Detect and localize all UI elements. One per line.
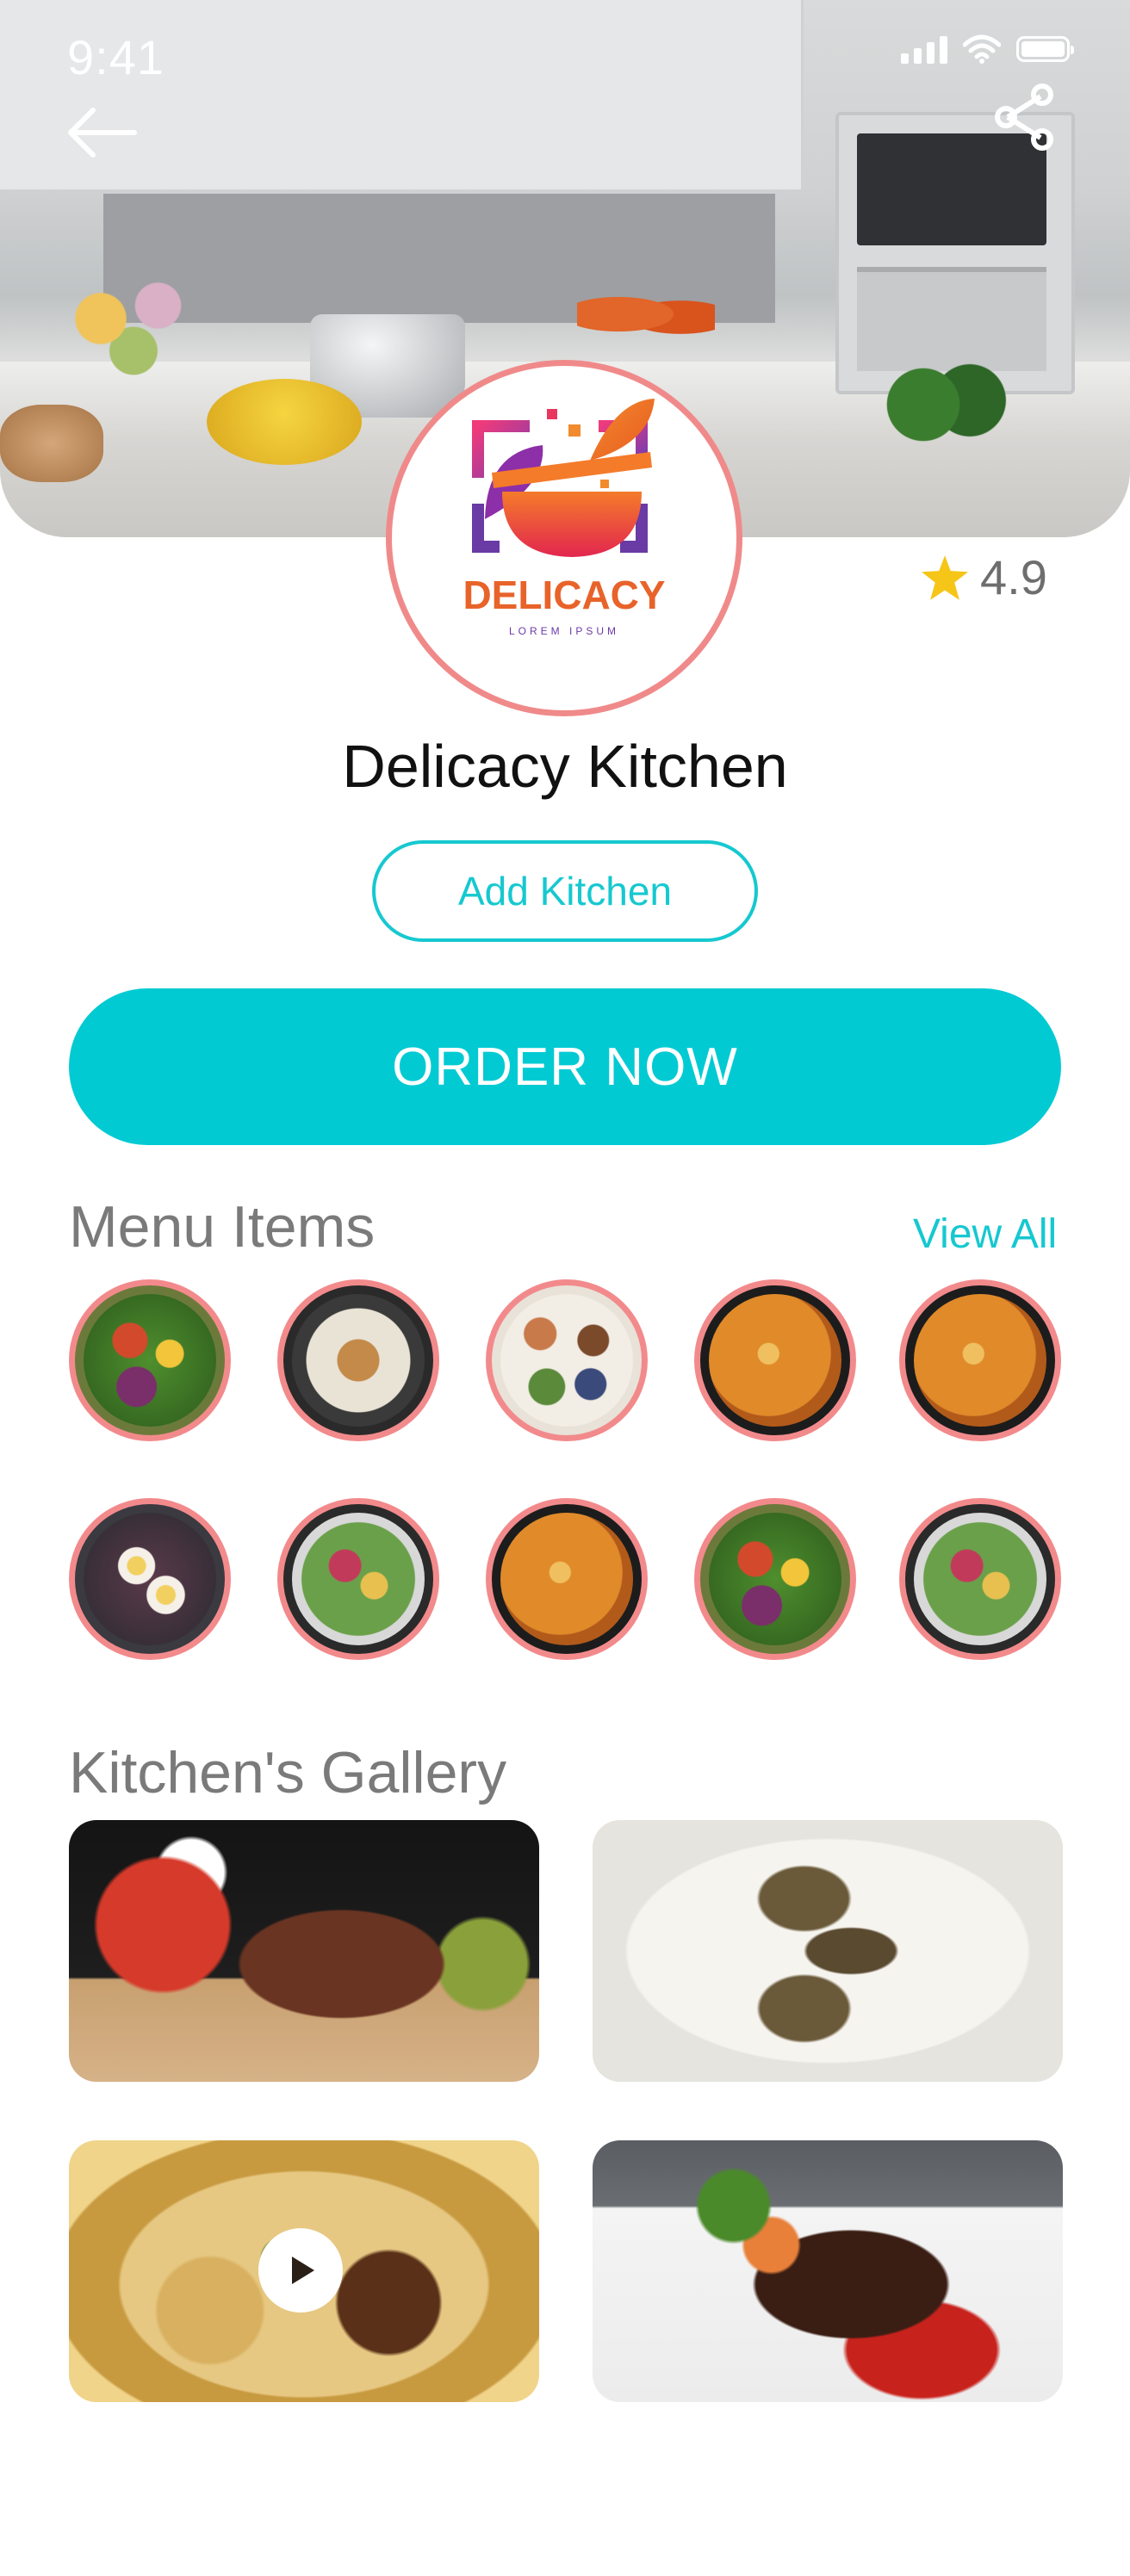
play-icon <box>292 2257 314 2284</box>
oven-door <box>857 267 1046 371</box>
flowers <box>52 267 215 396</box>
menu-item-poke-bowl[interactable] <box>277 1498 439 1660</box>
menu-item-grilled-fish-plate[interactable] <box>277 1279 439 1441</box>
gallery-title: Kitchen's Gallery <box>69 1740 507 1805</box>
menu-item-eggs-platter[interactable] <box>69 1498 231 1660</box>
play-button[interactable] <box>258 2228 343 2313</box>
kitchen-logo: DELICACY LOREM IPSUM <box>386 360 742 716</box>
status-time: 9:41 <box>67 30 165 84</box>
orange-pots <box>577 284 715 344</box>
logo-tagline-text: LOREM IPSUM <box>509 625 619 637</box>
back-arrow-icon[interactable] <box>65 105 138 160</box>
gallery-item-grilled-sardines[interactable] <box>593 1820 1063 2082</box>
bowl-logo-icon: DELICACY LOREM IPSUM <box>463 399 666 637</box>
cabinet <box>646 0 804 189</box>
logo-brand-text: DELICACY <box>463 573 665 617</box>
menu-items-title: Menu Items <box>69 1194 376 1260</box>
gallery-item-ribs-platter[interactable] <box>69 1820 539 2082</box>
menu-item-salmon-curry[interactable] <box>694 1279 856 1441</box>
signal-icon <box>901 34 947 64</box>
status-icons <box>901 34 1074 64</box>
view-all-link[interactable]: View All <box>913 1211 1057 1258</box>
share-icon[interactable] <box>990 83 1059 152</box>
add-kitchen-button[interactable]: Add Kitchen <box>372 840 758 942</box>
menu-item-salad-bowl[interactable] <box>694 1498 856 1660</box>
bread <box>0 405 103 482</box>
rating: 4.9 <box>922 549 1047 605</box>
cabinet <box>121 0 364 189</box>
kitchen-name: Delicacy Kitchen <box>342 733 788 800</box>
menu-item-salmon-curry[interactable] <box>486 1498 648 1660</box>
order-now-button[interactable]: ORDER NOW <box>69 988 1061 1145</box>
star-icon <box>922 554 968 600</box>
lemon-bowl <box>207 379 362 465</box>
rating-value: 4.9 <box>980 550 1047 604</box>
wifi-icon <box>963 34 1001 64</box>
greens <box>861 362 1016 448</box>
cabinet <box>0 0 123 189</box>
battery-icon <box>1016 36 1074 62</box>
menu-item-table-spread[interactable] <box>486 1279 648 1441</box>
menu-item-salad-bowl[interactable] <box>69 1279 231 1441</box>
cabinet <box>362 0 649 189</box>
gallery-item-grilled-steak[interactable] <box>593 2140 1063 2402</box>
menu-item-poke-bowl[interactable] <box>899 1498 1061 1660</box>
menu-item-salmon-curry[interactable] <box>899 1279 1061 1441</box>
